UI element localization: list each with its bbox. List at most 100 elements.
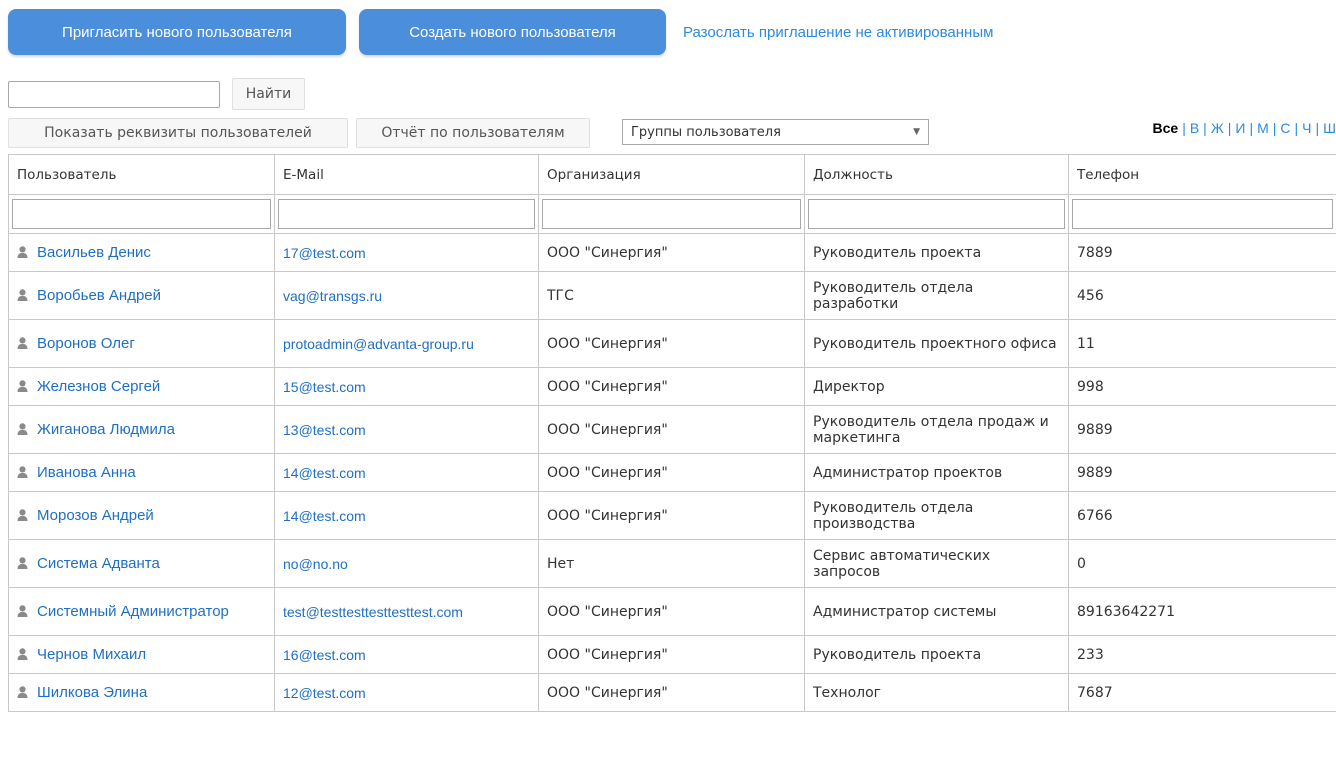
user-phone: 0 (1068, 539, 1336, 588)
user-groups-select-value: Группы пользователя (631, 124, 781, 140)
user-name-link[interactable]: Жиганова Людмила (37, 421, 175, 438)
user-icon (17, 289, 28, 301)
user-email-link[interactable]: 14@test.com (283, 508, 366, 524)
user-icon (17, 686, 28, 698)
users-report-button[interactable]: Отчёт по пользователям (356, 118, 590, 148)
filter-user-input[interactable] (12, 199, 271, 229)
user-email-link[interactable]: 15@test.com (283, 379, 366, 395)
user-name-link[interactable]: Морозов Андрей (37, 507, 154, 524)
user-email-link[interactable]: no@no.no (283, 556, 348, 572)
user-name-link[interactable]: Система Адванта (37, 555, 160, 572)
user-groups-select[interactable]: Группы пользователя ▼ (622, 119, 929, 145)
user-organization: ООО "Синергия" (538, 491, 805, 540)
user-position: Руководитель проекта (804, 635, 1069, 674)
user-icon (17, 466, 28, 478)
column-header-user[interactable]: Пользователь (8, 154, 275, 195)
user-email-link[interactable]: 13@test.com (283, 422, 366, 438)
user-phone: 7687 (1068, 673, 1336, 712)
column-header-phone[interactable]: Телефон (1068, 154, 1336, 195)
table-row: Чернов Михаил 16@test.com ООО "Синергия"… (8, 635, 1336, 674)
user-organization: Нет (538, 539, 805, 588)
user-email-link[interactable]: 12@test.com (283, 685, 366, 701)
user-position: Руководитель отдела продаж и маркетинга (804, 405, 1069, 454)
user-organization: ООО "Синергия" (538, 673, 805, 712)
user-email-link[interactable]: vag@transgs.ru (283, 288, 382, 304)
letter-filter-item[interactable]: Ж (1211, 120, 1224, 136)
letter-filter-item[interactable]: Ч (1302, 120, 1311, 136)
letter-filter-item[interactable]: Ш (1323, 120, 1336, 136)
actions-bar: Показать реквизиты пользователей Отчёт п… (8, 118, 1336, 148)
find-button[interactable]: Найти (232, 78, 305, 110)
letter-filter-item[interactable]: М (1257, 120, 1269, 136)
letter-filter-item[interactable]: И (1235, 120, 1245, 136)
user-position: Руководитель проекта (804, 233, 1069, 272)
table-row: Воронов Олег protoadmin@advanta-group.ru… (8, 319, 1336, 368)
column-header-organization[interactable]: Организация (538, 154, 805, 195)
user-icon (17, 509, 28, 521)
table-row: Васильев Денис 17@test.com ООО "Синергия… (8, 233, 1336, 272)
user-name-link[interactable]: Воробьев Андрей (37, 287, 161, 304)
filter-row (8, 194, 1336, 234)
user-position: Технолог (804, 673, 1069, 712)
chevron-down-icon: ▼ (913, 127, 920, 137)
user-name-link[interactable]: Васильев Денис (37, 244, 151, 261)
table-row: Система Адванта no@no.no Нет Сервис авто… (8, 539, 1336, 588)
user-organization: ООО "Синергия" (538, 367, 805, 406)
column-header-email[interactable]: E-Mail (274, 154, 539, 195)
table-row: Морозов Андрей 14@test.com ООО "Синергия… (8, 491, 1336, 540)
search-input[interactable] (8, 80, 220, 108)
user-organization: ООО "Синергия" (538, 635, 805, 674)
user-position: Администратор системы (804, 587, 1069, 636)
user-icon (17, 423, 28, 435)
user-name-link[interactable]: Иванова Анна (37, 464, 136, 481)
user-name-link[interactable]: Железнов Сергей (37, 378, 160, 395)
table-header-row: Пользователь E-Mail Организация Должност… (8, 154, 1336, 195)
user-icon (17, 557, 28, 569)
letter-filter-item[interactable]: В (1190, 120, 1199, 136)
user-email-link[interactable]: test@testtesttesttesttest.com (283, 604, 463, 620)
user-organization: ООО "Синергия" (538, 453, 805, 492)
user-phone: 233 (1068, 635, 1336, 674)
letter-filter-all[interactable]: Все (1153, 120, 1179, 136)
user-phone: 7889 (1068, 233, 1336, 272)
user-phone: 6766 (1068, 491, 1336, 540)
filter-phone-input[interactable] (1072, 199, 1333, 229)
table-row: Шилкова Элина 12@test.com ООО "Синергия"… (8, 673, 1336, 712)
user-organization: ООО "Синергия" (538, 405, 805, 454)
user-icon (17, 337, 28, 349)
show-user-details-button[interactable]: Показать реквизиты пользователей (8, 118, 348, 148)
user-name-link[interactable]: Воронов Олег (37, 335, 135, 352)
letter-filter: Все | В | Ж | И | М | С | Ч | Ш (1152, 120, 1336, 136)
filter-organization-input[interactable] (542, 199, 801, 229)
user-icon (17, 648, 28, 660)
table-row: Иванова Анна 14@test.com ООО "Синергия" … (8, 453, 1336, 492)
column-header-position[interactable]: Должность (804, 154, 1069, 195)
user-name-link[interactable]: Шилкова Элина (37, 684, 147, 701)
user-phone: 89163642271 (1068, 587, 1336, 636)
user-email-link[interactable]: protoadmin@advanta-group.ru (283, 336, 474, 352)
user-position: Руководитель отдела производства (804, 491, 1069, 540)
resend-invitations-link[interactable]: Разослать приглашение не активированным (683, 24, 993, 41)
user-phone: 9889 (1068, 405, 1336, 454)
user-position: Администратор проектов (804, 453, 1069, 492)
user-name-link[interactable]: Чернов Михаил (37, 646, 146, 663)
user-position: Руководитель проектного офиса (804, 319, 1069, 368)
user-phone: 11 (1068, 319, 1336, 368)
filter-position-input[interactable] (808, 199, 1065, 229)
top-toolbar: Пригласить нового пользователя Создать н… (8, 9, 993, 55)
table-row: Системный Администратор test@testtesttes… (8, 587, 1336, 636)
user-icon (17, 380, 28, 392)
user-name-link[interactable]: Системный Администратор (37, 603, 229, 620)
create-user-button[interactable]: Создать нового пользователя (359, 9, 666, 55)
filter-email-input[interactable] (278, 199, 535, 229)
invite-user-button[interactable]: Пригласить нового пользователя (8, 9, 346, 55)
user-email-link[interactable]: 17@test.com (283, 245, 366, 261)
user-phone: 9889 (1068, 453, 1336, 492)
table-row: Жиганова Людмила 13@test.com ООО "Синерг… (8, 405, 1336, 454)
user-organization: ООО "Синергия" (538, 587, 805, 636)
user-email-link[interactable]: 16@test.com (283, 647, 366, 663)
letter-filter-item[interactable]: С (1280, 120, 1290, 136)
user-phone: 456 (1068, 271, 1336, 320)
user-organization: ТГС (538, 271, 805, 320)
user-email-link[interactable]: 14@test.com (283, 465, 366, 481)
